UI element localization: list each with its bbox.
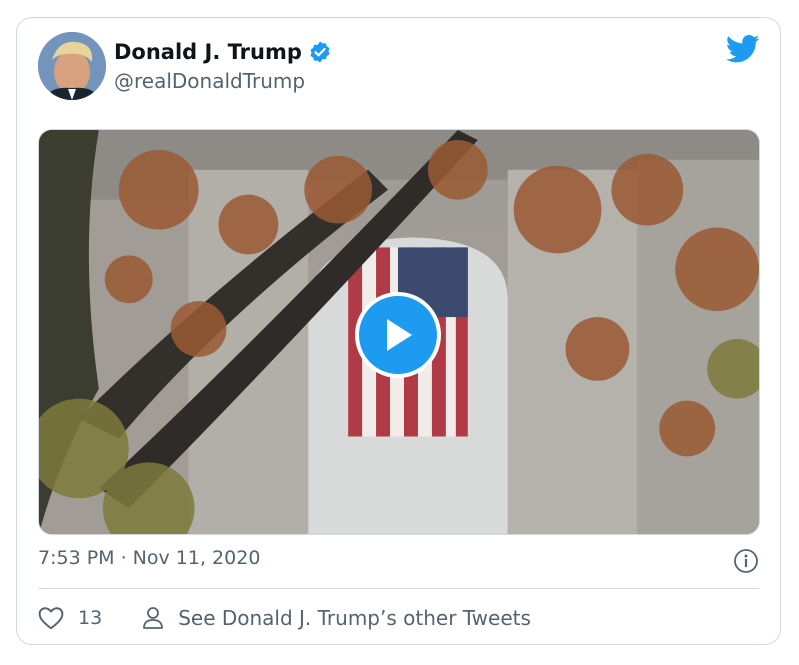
other-tweets-link[interactable]: See Donald J. Trump’s other Tweets <box>142 606 531 630</box>
other-tweets-label: See Donald J. Trump’s other Tweets <box>178 606 531 630</box>
author-display-name[interactable]: Donald J. Trump <box>114 40 302 64</box>
like-button[interactable]: 13 <box>38 606 102 630</box>
tweet-actions: 13 See Donald J. Trump’s other Tweets <box>38 603 531 633</box>
play-icon <box>387 319 412 351</box>
like-count: 13 <box>78 607 103 629</box>
divider <box>38 588 759 589</box>
play-button[interactable] <box>355 292 441 378</box>
verified-badge-icon <box>308 40 332 64</box>
twitter-bird-icon[interactable] <box>725 34 760 64</box>
info-icon[interactable] <box>733 548 759 574</box>
person-icon <box>143 607 164 629</box>
author-handle[interactable]: @realDonaldTrump <box>114 69 305 93</box>
author-avatar[interactable] <box>38 32 106 100</box>
video-media[interactable] <box>38 129 760 535</box>
heart-icon <box>38 607 64 630</box>
tweet-timestamp[interactable]: 7:53 PM · Nov 11, 2020 <box>38 547 260 569</box>
author-name-row[interactable]: Donald J. Trump <box>114 40 332 64</box>
tweet-card[interactable]: Donald J. Trump @realDonaldTrump 7:53 PM… <box>16 17 781 645</box>
